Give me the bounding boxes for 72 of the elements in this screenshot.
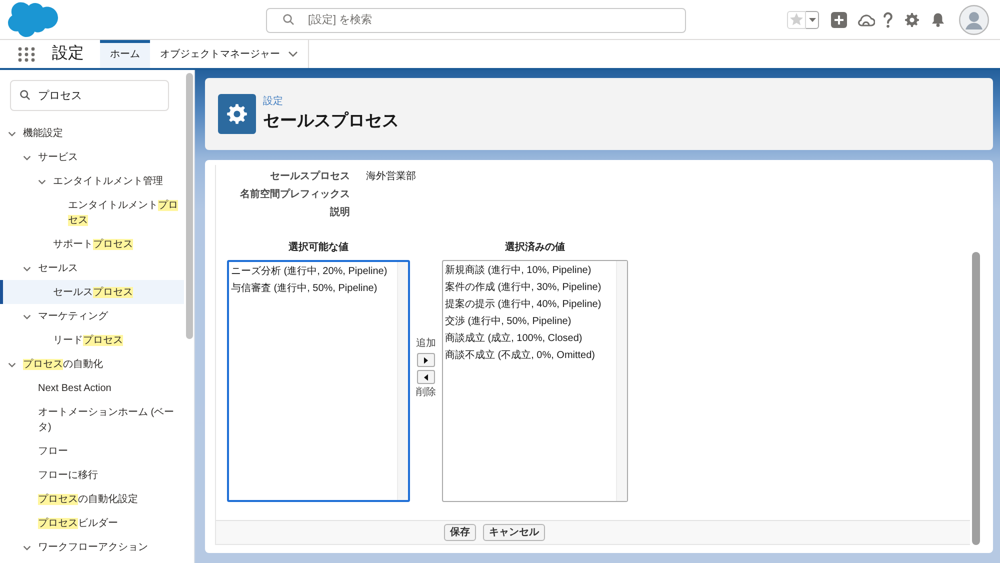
add-button[interactable] <box>417 353 435 367</box>
caret-down-icon <box>808 18 816 22</box>
list-option[interactable]: 商談成立 (成立, 100%, Closed) <box>444 330 584 347</box>
list-option[interactable]: 案件の作成 (進行中, 30%, Pipeline) <box>444 279 602 296</box>
list-heading: 選択可能な値 <box>288 241 348 255</box>
field-label: 説明 <box>328 206 350 220</box>
list-option[interactable]: 提案の提示 (進行中, 40%, Pipeline) <box>444 296 602 313</box>
list-option[interactable]: 交渉 (進行中, 50%, Pipeline) <box>444 313 572 330</box>
remove-button[interactable] <box>417 370 435 384</box>
tree-item[interactable]: セールスプロセス <box>53 284 133 300</box>
tree-item[interactable]: サポート プロセス <box>53 236 133 252</box>
page-title: セールスプロセス <box>263 110 399 132</box>
scrollbar-thumb[interactable] <box>186 73 192 339</box>
settings-icon[interactable] <box>905 12 919 26</box>
save-button[interactable]: 保存 <box>444 524 476 541</box>
search-field[interactable]: [設定] を検索 <box>266 8 686 32</box>
chevron-down-icon[interactable] <box>23 154 31 162</box>
cloud-logo <box>8 2 58 37</box>
tree-item[interactable]: リードプロセス <box>53 332 123 348</box>
available-values-list[interactable]: ニーズ分析 (進行中, 20%, Pipeline) 与信審査 (進行中, 50%, Pipeline) <box>227 260 410 502</box>
search-icon <box>283 14 294 25</box>
scrollbar-thumb[interactable] <box>972 252 980 545</box>
chevron-down-icon[interactable] <box>23 544 31 552</box>
tree-item[interactable]: Next Best Action <box>38 380 112 396</box>
tree-item[interactable]: プロセス ビルダー <box>38 516 118 530</box>
chevron-down-icon[interactable] <box>8 360 16 368</box>
search-icon <box>20 90 30 100</box>
tree-item[interactable]: 機能設定 <box>23 126 63 140</box>
app-launcher-icon[interactable] <box>18 46 35 62</box>
gear-icon <box>218 94 256 134</box>
list-heading: 選択済みの値 <box>505 241 565 255</box>
app-name: 設定 <box>52 44 84 64</box>
list-option[interactable]: 与信審査 (進行中, 50%, Pipeline) <box>230 280 378 297</box>
tree-item[interactable]: プロセスの自動化 <box>23 356 103 372</box>
avatar-icon[interactable] <box>959 4 989 34</box>
tree-item[interactable]: ワークフローアクション <box>38 540 148 554</box>
plus-icon[interactable] <box>831 12 847 28</box>
cancel-button[interactable]: キャンセル <box>483 524 545 541</box>
caret-right-icon <box>424 356 428 364</box>
nav-tab[interactable]: ホーム <box>100 40 150 68</box>
tree-item[interactable]: マーケティング <box>38 308 108 324</box>
list-option[interactable]: 新規商談 (進行中, 10%, Pipeline) <box>444 262 592 279</box>
chevron-down-icon[interactable] <box>23 312 31 320</box>
chevron-down-icon[interactable] <box>8 130 16 138</box>
field-label: セールスプロセス <box>269 169 350 184</box>
bell-icon[interactable] <box>931 12 945 27</box>
add-label: 追加 <box>416 338 436 350</box>
breadcrumb-link[interactable]: 設定 <box>263 95 283 109</box>
list-option[interactable]: ニーズ分析 (進行中, 20%, Pipeline) <box>230 263 388 280</box>
nav-tab[interactable]: オブジェクトマネージャー <box>150 40 308 68</box>
cloud-icon[interactable] <box>857 12 875 27</box>
tree-item[interactable]: フロー <box>38 444 68 458</box>
field-value: 海外営業部 <box>366 170 416 184</box>
favorites-menu-button[interactable] <box>806 10 819 28</box>
tree-item[interactable]: セールス <box>38 260 78 276</box>
remove-label: 削除 <box>416 387 436 399</box>
tree-item[interactable]: オートメーションホーム (ベータ) <box>38 404 180 434</box>
tree-item[interactable]: サービス <box>38 150 78 164</box>
help-icon[interactable] <box>883 12 893 28</box>
chevron-down-icon[interactable] <box>23 264 31 272</box>
star-icon <box>790 13 803 26</box>
field-label: 名前空間プレフィックス <box>239 187 350 202</box>
tree-item[interactable]: プロセスの自動化設定 <box>38 492 138 506</box>
sidebar-search-field[interactable]: プロセス <box>10 80 169 111</box>
tree-item[interactable]: エンタイトルメント管理 <box>53 174 163 188</box>
chevron-down-icon[interactable] <box>38 178 46 186</box>
tree-item[interactable]: エンタイトルメント プロセス <box>68 198 180 228</box>
caret-left-icon <box>424 374 428 380</box>
chevron-down-icon[interactable] <box>288 51 298 57</box>
selected-values-list[interactable]: 新規商談 (進行中, 10%, Pipeline) 案件の作成 (進行中, 30%, Pipeline) 提案の提示 (進行中, 40%, Pipeline) 交渉 (進行中, 50%, Pipeline) 商談成立 (成立, 100%, Closed) 商談不成立 (不成立, 0%, Omitted) <box>442 260 628 502</box>
list-option[interactable]: 商談不成立 (不成立, 0%, Omitted) <box>444 347 596 364</box>
tree-item[interactable]: フローに移行 <box>38 468 98 482</box>
